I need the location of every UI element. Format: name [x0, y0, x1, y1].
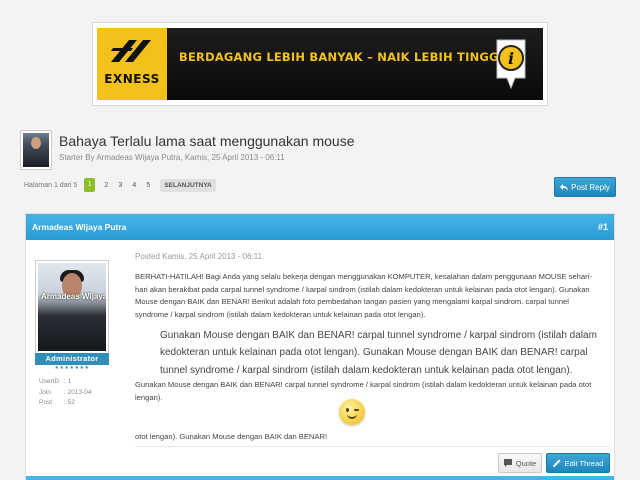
meta-key-join: Join [39, 388, 51, 396]
meta-value-post: : 52 [64, 399, 75, 406]
post-number-link[interactable]: #1 [598, 222, 608, 232]
edit-thread-label: Edit Thread [564, 458, 604, 468]
pagination: Halaman 1 dari 5 1 2 3 4 5 SELANJUTNYA [24, 178, 216, 192]
post-paragraph-4: otot lengan). Gunakan Mouse dengan BAIK … [135, 431, 328, 441]
meta-key-userid: UserID [39, 378, 60, 385]
meta-key-post: Post [39, 399, 53, 406]
meta-value-userid: : 1 [64, 378, 72, 385]
post-divider [135, 446, 610, 447]
topic-starter-avatar[interactable] [20, 130, 52, 170]
quote-button[interactable]: Quote [498, 453, 542, 473]
post-body: BERHATI-HATILAH! Bagi Anda yang selalu b… [135, 271, 601, 443]
banner-tagline: BERDAGANG LEBIH BANYAK – NAIK LEBIH TING… [179, 50, 504, 64]
reply-icon [560, 184, 569, 191]
author-rank-stars: ★★★★★★★ [54, 365, 90, 371]
next-post-header-strip [26, 476, 614, 480]
post-reply-button[interactable]: Post Reply [554, 177, 616, 197]
author-meta: UserID : 1 Join : 2013-04 Post : 52 [39, 378, 91, 410]
page-link-4[interactable]: 4 [127, 182, 141, 189]
post-paragraph-2: Gunakan Mouse dengan BAIK dan BENAR! car… [160, 329, 597, 376]
banner-brand: EXNESS [104, 72, 160, 86]
meta-value-join: : 2013-04 [64, 388, 92, 396]
post-container: Armadeas Wijaya Putra #1 Armadeas Wijaya… [25, 213, 615, 480]
pagination-label: Halaman 1 dari 5 [24, 181, 78, 189]
topic-subtitle: Starter By Armadeas Wijaya Putra, Kamis,… [59, 153, 285, 162]
post-paragraph-1: BERHATI-HATILAH! Bagi Anda yang selalu b… [135, 272, 592, 320]
post-header: Armadeas Wijaya Putra #1 [26, 214, 614, 240]
avatar-watermark: Armadeas Wijaya [41, 292, 106, 301]
exness-logo: EXNESS [97, 28, 167, 100]
info-icon: i [496, 39, 526, 90]
page-link-1[interactable]: 1 [84, 178, 96, 192]
exness-logo-icon [111, 40, 151, 62]
wink-smiley-icon [339, 399, 365, 425]
post-author-link[interactable]: Armadeas Wijaya Putra [32, 222, 126, 232]
post-paragraph-3: Gunakan Mouse dengan BAIK dan BENAR! car… [135, 380, 592, 403]
ad-banner-frame: EXNESS BERDAGANG LEBIH BANYAK – NAIK LEB… [92, 22, 548, 106]
page-link-3[interactable]: 3 [113, 182, 127, 189]
post-reply-label: Post Reply [571, 182, 610, 192]
pencil-icon [552, 459, 561, 467]
svg-text:i: i [508, 49, 514, 68]
author-avatar[interactable]: Armadeas Wijaya [35, 260, 109, 354]
page-link-2[interactable]: 2 [99, 182, 113, 189]
ad-banner[interactable]: EXNESS BERDAGANG LEBIH BANYAK – NAIK LEB… [97, 28, 543, 100]
topic-title: Bahaya Terlalu lama saat menggunakan mou… [59, 133, 355, 149]
page-link-5[interactable]: 5 [141, 182, 155, 189]
edit-thread-button[interactable]: Edit Thread [546, 453, 610, 473]
post-date: Posted Kamis, 25 April 2013 - 06:11 [135, 252, 263, 261]
next-page-button[interactable]: SELANJUTNYA [160, 178, 216, 192]
quote-icon [503, 459, 512, 467]
quote-label: Quote [515, 458, 537, 468]
author-role-badge: Administrator [35, 353, 109, 365]
